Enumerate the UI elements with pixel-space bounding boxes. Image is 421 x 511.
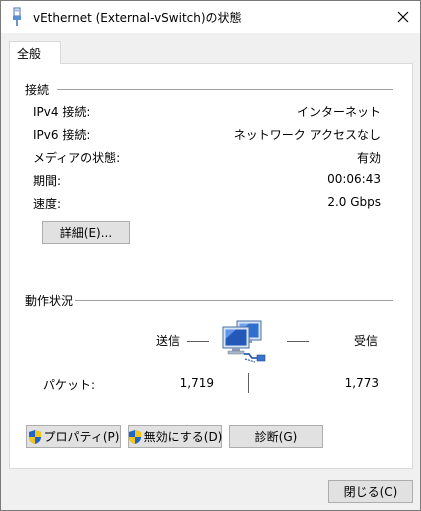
duration-label: 期間:	[33, 174, 62, 188]
general-panel	[9, 63, 413, 469]
window-title: vEthernet (External-vSwitch)の状態	[33, 11, 242, 25]
ipv4-label: IPv4 接続:	[33, 105, 91, 119]
connection-divider	[57, 89, 393, 90]
duration-value: 00:06:43	[327, 172, 381, 186]
close-button[interactable]: 閉じる(C)	[328, 480, 413, 503]
disable-button[interactable]: 無効にする(D)	[128, 425, 222, 448]
activity-heading: 動作状況	[25, 294, 74, 308]
speed-value: 2.0 Gbps	[327, 195, 381, 209]
details-button[interactable]: 詳細(E)...	[42, 221, 130, 244]
packets-received-value: 1,773	[344, 376, 379, 390]
connection-heading: 接続	[25, 83, 50, 97]
packets-label: パケット:	[43, 378, 96, 392]
diagnose-button[interactable]: 診断(G)	[229, 425, 323, 448]
properties-label: プロパティ(P)	[43, 430, 120, 444]
activity-divider	[75, 300, 393, 301]
received-line	[287, 341, 309, 342]
title-bar: vEthernet (External-vSwitch)の状態	[1, 1, 420, 33]
close-icon	[397, 11, 409, 23]
properties-button[interactable]: プロパティ(P)	[26, 425, 121, 448]
sent-label: 送信	[156, 334, 181, 348]
media-state-value: 有効	[356, 151, 381, 165]
speed-label: 速度:	[33, 197, 62, 211]
tab-general[interactable]: 全般	[9, 41, 61, 64]
media-state-label: メディアの状態:	[33, 151, 121, 165]
packets-sent-value: 1,719	[179, 376, 214, 390]
ipv6-value: ネットワーク アクセスなし	[233, 128, 381, 142]
tab-general-label: 全般	[17, 47, 42, 61]
uac-shield-icon	[128, 429, 141, 444]
network-adapter-icon	[13, 7, 21, 26]
packets-divider	[248, 373, 249, 393]
received-label: 受信	[354, 334, 379, 348]
status-dialog: vEthernet (External-vSwitch)の状態 全般 接続 IP…	[0, 0, 421, 511]
disable-label: 無効にする(D)	[143, 430, 223, 444]
uac-shield-icon	[28, 429, 41, 444]
network-computers-icon	[222, 320, 266, 363]
ipv6-label: IPv6 接続:	[33, 128, 91, 142]
sent-line	[187, 341, 209, 342]
close-window-button[interactable]	[386, 1, 420, 33]
ipv4-value: インターネット	[296, 105, 381, 119]
